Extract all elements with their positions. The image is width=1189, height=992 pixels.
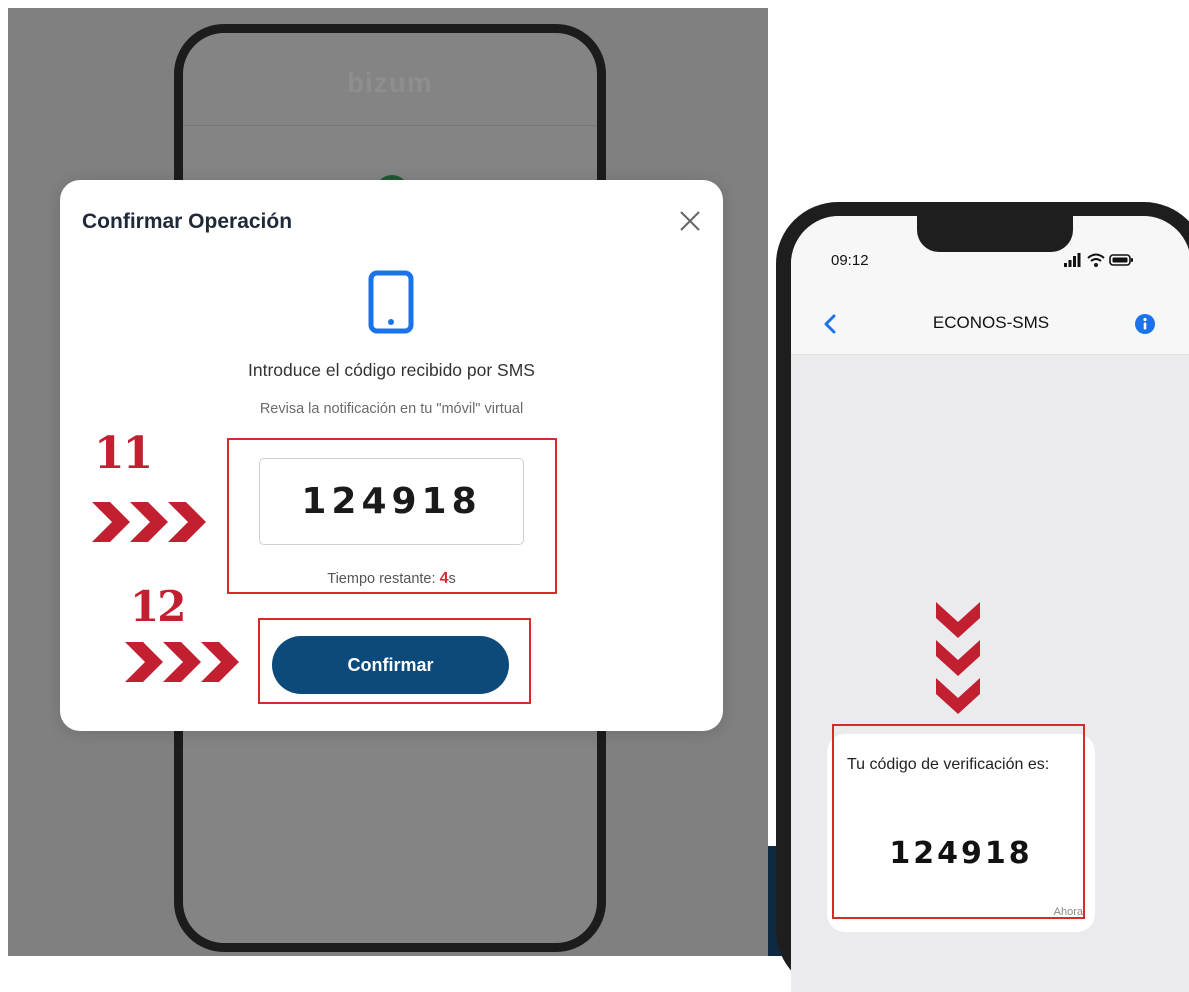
modal-title: Confirmar Operación <box>82 210 293 233</box>
sms-contact-name: ECONOS-SMS <box>932 313 1050 332</box>
background-brand-logo: bizum <box>347 67 433 98</box>
chevron-down-arrows <box>936 602 980 714</box>
step-number-12: 12 <box>130 582 186 631</box>
sms-hint-text: Revisa la notificación en tu "móvil" vir… <box>259 401 524 417</box>
status-time: 09:12 <box>831 252 869 269</box>
highlight-confirm-button <box>258 618 531 704</box>
info-icon[interactable] <box>1135 314 1155 334</box>
step-number-11: 11 <box>94 428 153 479</box>
smartphone-icon <box>368 270 414 334</box>
sms-prompt-text: Introduce el código recibido por SMS <box>248 360 535 380</box>
chevron-right-arrows-11 <box>92 502 206 542</box>
highlight-sms-message <box>832 724 1085 919</box>
background-divider <box>183 125 597 126</box>
status-icons <box>1064 253 1133 267</box>
wifi-icon <box>1087 253 1105 262</box>
chevron-right-arrows-12 <box>125 642 239 682</box>
wifi-dot <box>1094 263 1098 267</box>
signal-icon <box>1064 253 1081 267</box>
phone-notch <box>917 216 1073 252</box>
battery-icon <box>1109 254 1133 266</box>
highlight-code-area <box>227 438 557 594</box>
close-icon[interactable] <box>677 208 703 234</box>
message-nav-bar: ECONOS-SMS <box>791 296 1189 355</box>
